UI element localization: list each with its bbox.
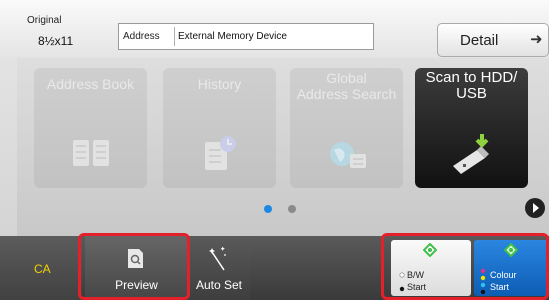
preview-button[interactable]: Preview [85, 236, 188, 300]
bw-start-button[interactable]: B/W Start [391, 240, 471, 296]
cmyk-dots-icon [480, 268, 486, 295]
bw-color-dots-icon [399, 272, 405, 292]
bw-label: B/W [407, 270, 424, 280]
scan-to-hdd-usb-label: Scan to HDD/USB [425, 69, 518, 102]
address-field[interactable]: Address External Memory Device [118, 23, 374, 50]
arrow-right-icon: ➜ [530, 31, 543, 48]
detail-label: Detail [460, 32, 499, 49]
usb-drive-icon [453, 134, 489, 174]
address-book-icon [73, 140, 109, 166]
destination-panel: Address Book History Global Address Searc… [17, 58, 549, 236]
original-size-value[interactable]: 8½x11 [38, 34, 73, 48]
bottom-bar: CA Preview Auto Set B/W Start Colour Sta… [0, 236, 549, 300]
address-book-tile[interactable]: Address Book [34, 68, 147, 188]
history-label: History [197, 76, 242, 92]
preview-icon [128, 249, 143, 268]
history-icon [205, 136, 236, 170]
ca-button[interactable]: CA [0, 236, 82, 300]
ca-label: CA [34, 262, 51, 276]
start-diamond-icon [423, 243, 437, 257]
address-value: External Memory Device [178, 31, 287, 42]
page-indicator-active [264, 205, 272, 213]
detail-button[interactable]: Detail ➜ [437, 23, 549, 57]
global-address-search-tile[interactable]: Global Address Search [290, 68, 403, 188]
colour-label: Colour [490, 270, 517, 280]
auto-set-label: Auto Set [195, 278, 243, 292]
address-book-label: Address Book [46, 76, 135, 92]
global-address-search-label: Global Address Search [296, 70, 397, 102]
scan-to-hdd-usb-tile[interactable]: Scan to HDD/USB [415, 68, 528, 188]
start-diamond-icon [504, 243, 518, 257]
next-page-button[interactable] [525, 198, 545, 218]
original-label: Original [27, 15, 62, 26]
global-address-search-icon [330, 142, 366, 168]
address-separator [174, 27, 175, 46]
colour-start-button[interactable]: Colour Start [474, 240, 549, 296]
history-tile[interactable]: History [163, 68, 276, 188]
bw-start-label: Start [407, 282, 427, 292]
next-arrow-icon [533, 203, 539, 213]
page-indicator[interactable] [288, 205, 296, 213]
auto-set-button[interactable]: Auto Set [188, 236, 250, 300]
preview-label: Preview [115, 278, 158, 292]
address-label: Address [123, 31, 160, 42]
top-bar: Original 8½x11 Address External Memory D… [0, 0, 549, 58]
magic-wand-icon [209, 246, 226, 271]
colour-start-label: Start [490, 282, 510, 292]
